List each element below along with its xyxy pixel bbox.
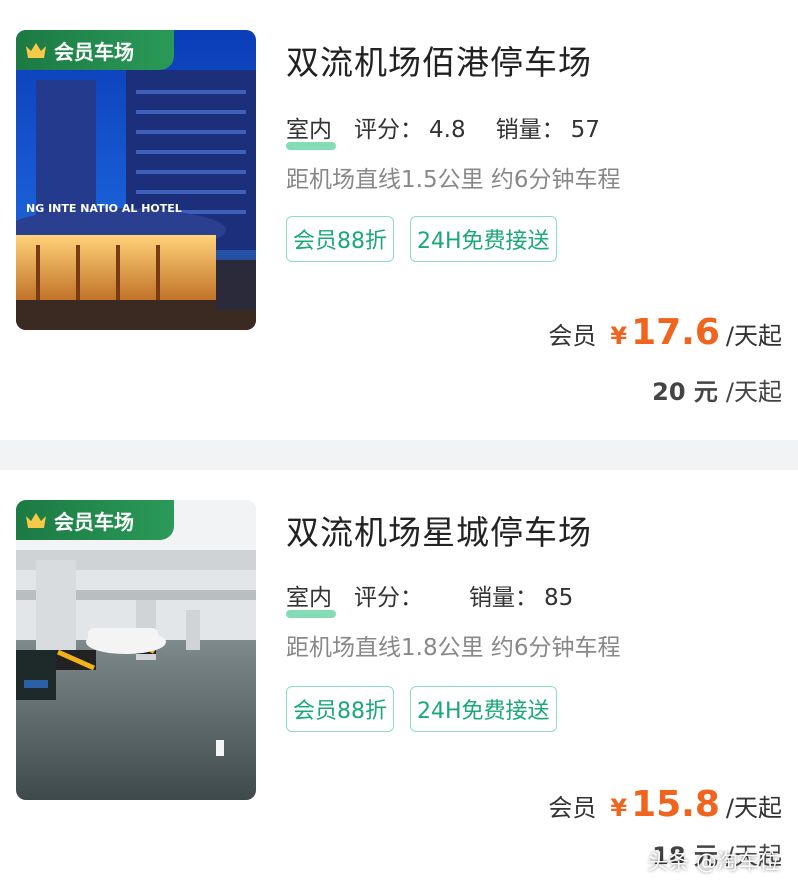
member-price: 会员 ¥ 15.8 /天起: [548, 784, 782, 825]
parking-lot-name[interactable]: 双流机场佰港停车场: [286, 36, 592, 84]
svg-text:NG INTE NATIO AL HOTEL: NG INTE NATIO AL HOTEL: [26, 202, 182, 215]
sales-label: 销量：: [495, 117, 565, 143]
original-price-unit: /天起: [725, 378, 782, 406]
shuttle-tag: 24H免费接送: [410, 216, 557, 262]
indoor-tag: 室内: [286, 110, 336, 150]
source-watermark: 头条 @淘车位: [647, 846, 780, 876]
rating-value: 4.8: [429, 117, 466, 143]
shuttle-tag: 24H免费接送: [410, 686, 557, 732]
member-lot-badge: 会员车场: [16, 500, 174, 540]
listing-meta: 室内 评分： 销量： 85: [286, 578, 603, 618]
parking-lot-name[interactable]: 双流机场星城停车场: [286, 506, 592, 554]
crown-icon: [26, 43, 46, 58]
promo-tags: 会员88折 24H免费接送: [286, 216, 557, 262]
hotel-night-photo: NG INTE NATIO AL HOTEL: [16, 30, 256, 330]
indoor-tag: 室内: [286, 578, 336, 618]
price-unit: /天起: [725, 794, 782, 822]
sales-value: 57: [570, 117, 600, 143]
member-lot-badge: 会员车场: [16, 30, 174, 70]
indoor-underline: [286, 610, 336, 618]
member-price-label: 会员: [548, 322, 597, 350]
sales-value: 85: [544, 585, 574, 611]
original-price-amount: 20 元: [652, 378, 718, 406]
crown-icon: [26, 513, 46, 528]
member-price-amount: 15.8: [631, 784, 720, 825]
currency-symbol: ¥: [610, 322, 628, 350]
distance-info: 距机场直线1.8公里 约6分钟车程: [286, 635, 621, 661]
member-price-label: 会员: [548, 794, 597, 822]
rating-label: 评分：: [354, 585, 423, 611]
rating-label: 评分：: [354, 117, 423, 143]
member-price-amount: 17.6: [631, 312, 720, 353]
badge-label: 会员车场: [54, 39, 134, 64]
discount-tag: 会员88折: [286, 216, 394, 262]
discount-tag: 会员88折: [286, 686, 394, 732]
indoor-label: 室内: [286, 117, 332, 143]
watermark-text: 头条 @淘车位: [647, 850, 780, 874]
promo-tags: 会员88折 24H免费接送: [286, 686, 557, 732]
original-price: 20 元 /天起: [652, 372, 782, 407]
price-unit: /天起: [725, 322, 782, 350]
indoor-underline: [286, 142, 336, 150]
parking-listing-card[interactable]: 会员车场 双流机场星城停车场 室内 评分： 销量： 85 距机场直线1.8公里 …: [0, 470, 798, 888]
garage-photo: [16, 500, 256, 800]
parking-photo[interactable]: NG INTE NATIO AL HOTEL 会员车场: [16, 30, 256, 330]
listing-meta: 室内 评分： 4.8 销量： 57: [286, 110, 630, 150]
badge-label: 会员车场: [54, 509, 134, 534]
distance-info: 距机场直线1.5公里 约6分钟车程: [286, 167, 621, 193]
parking-photo[interactable]: 会员车场: [16, 500, 256, 800]
sales-label: 销量：: [469, 585, 538, 611]
indoor-label: 室内: [286, 585, 332, 611]
member-price: 会员 ¥ 17.6 /天起: [548, 312, 782, 353]
currency-symbol: ¥: [610, 794, 628, 822]
parking-listing-card[interactable]: NG INTE NATIO AL HOTEL 会员车场 双流机场佰港停车场 室内…: [0, 0, 798, 440]
